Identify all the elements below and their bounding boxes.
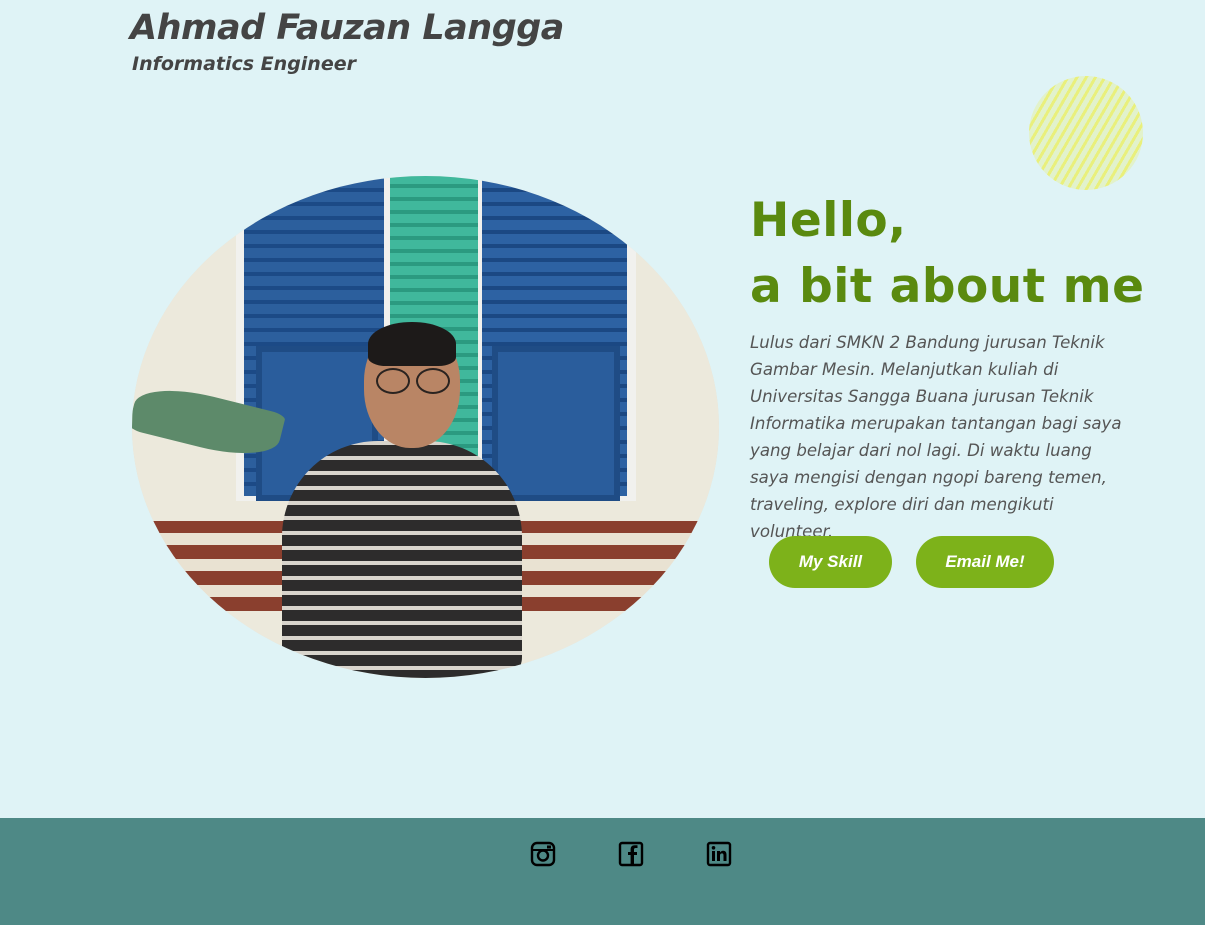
facebook-icon[interactable] — [618, 841, 644, 867]
footer — [0, 818, 1205, 925]
about-title-line1: Hello, — [750, 193, 907, 248]
instagram-icon[interactable] — [530, 841, 556, 867]
my-skill-button[interactable]: My Skill — [769, 536, 892, 588]
email-me-button[interactable]: Email Me! — [916, 536, 1054, 588]
profile-photo — [132, 176, 719, 678]
about-title-line2: a bit about me — [750, 259, 1145, 314]
about-section: Hello, a bit about me Lulus dari SMKN 2 … — [750, 188, 1150, 545]
cta-buttons: My Skill Email Me! — [769, 536, 1054, 588]
site-header: Ahmad Fauzan Langga Informatics Engineer — [130, 8, 564, 76]
decorative-striped-circle — [1029, 76, 1143, 190]
site-role: Informatics Engineer — [132, 53, 356, 75]
site-name: Ahmad Fauzan Langga — [130, 8, 564, 48]
about-text: Lulus dari SMKN 2 Bandung jurusan Teknik… — [750, 333, 1122, 541]
linkedin-icon[interactable] — [706, 841, 732, 867]
about-title: Hello, a bit about me — [750, 188, 1150, 320]
